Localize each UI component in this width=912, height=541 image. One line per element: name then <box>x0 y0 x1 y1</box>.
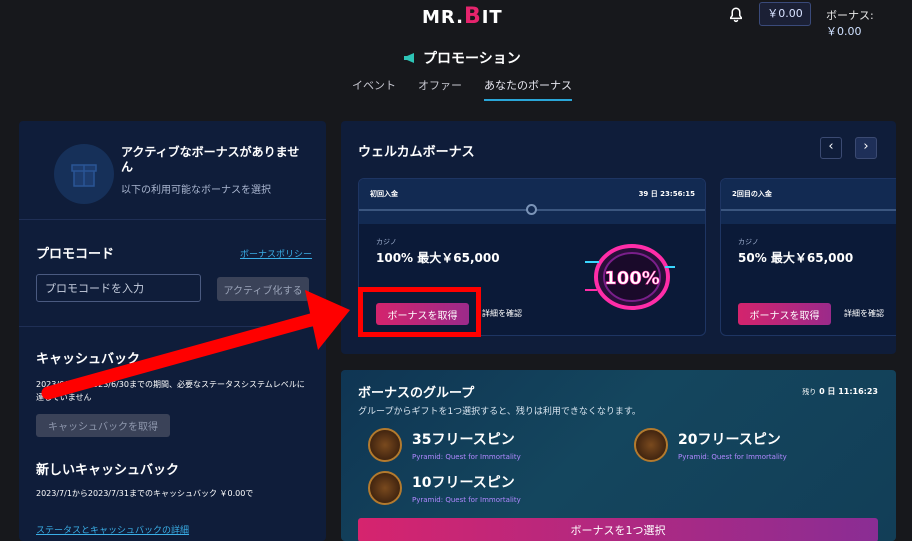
card-label: 2回目の入金 <box>732 190 772 198</box>
card-offer: 50% 最大￥65,000 <box>738 251 854 265</box>
no-active-bonus-title: アクティブなボーナスがありません <box>121 145 300 174</box>
cashback-text: 2023/6/1から2023/6/30までの期間、必要なステータスシステムレベル… <box>36 380 305 402</box>
chevron-left-icon[interactable]: ‹ <box>820 137 842 159</box>
logo-text-left: MR. <box>422 7 464 28</box>
cashback-title: キャッシュバック <box>36 352 141 367</box>
promo-code-title: プロモコード <box>36 247 115 262</box>
logo-text-right: IT <box>481 7 503 28</box>
remaining-time: 残り 0 日 11:16:23 <box>802 386 878 397</box>
percent-badge-graphic: 100% <box>585 244 675 310</box>
tab-offers[interactable]: オファー <box>418 77 462 101</box>
details-link[interactable]: 詳細を確認 <box>844 308 884 319</box>
bonus-balance-value: ￥0.00 <box>826 25 862 38</box>
new-cashback-text: 2023/7/1から2023/7/31までのキャッシュバック ￥0.00で <box>36 489 254 498</box>
free-spins-game: Pyramid: Quest for Immortality <box>678 453 787 461</box>
bonus-group-title: ボーナスのグループ <box>358 386 475 401</box>
divider <box>19 326 326 327</box>
tab-events[interactable]: イベント <box>352 77 396 101</box>
card-offer: 100% 最大￥65,000 <box>376 251 500 265</box>
claim-bonus-button[interactable]: ボーナスを取得 <box>738 303 831 325</box>
promotion-tabs: イベント オファー あなたのボーナス <box>352 77 572 101</box>
no-active-bonus-subtitle: 以下の利用可能なボーナスを選択 <box>121 185 271 196</box>
progress-line <box>721 209 896 211</box>
bonus-group-panel: ボーナスのグループ グループからギフトを1つ選択すると、残りは利用できなくなりま… <box>341 370 896 541</box>
bell-icon[interactable] <box>727 6 745 24</box>
pyramid-game-icon <box>634 428 668 462</box>
top-bar: MR.BIT ￥0.00 ボーナス: ￥0.00 <box>0 0 912 39</box>
free-spins-option[interactable]: 20フリースピン Pyramid: Quest for Immortality <box>634 428 787 462</box>
status-cashback-details-link[interactable]: ステータスとキャッシュバックの詳細 <box>36 523 189 536</box>
card-label: 初回入金 <box>370 190 398 198</box>
free-spins-game: Pyramid: Quest for Immortality <box>412 453 521 461</box>
free-spins-option[interactable]: 10フリースピン Pyramid: Quest for Immortality <box>368 471 521 505</box>
get-cashback-button[interactable]: キャッシュバックを取得 <box>36 414 170 437</box>
card-header <box>359 179 705 224</box>
gift-icon <box>54 144 114 204</box>
bonus-balance: ボーナス: ￥0.00 <box>826 7 912 39</box>
logo-b: B <box>463 4 482 29</box>
card-header <box>721 179 896 224</box>
remaining-value: 0 日 11:16:23 <box>819 387 878 396</box>
progress-dot <box>526 204 537 215</box>
card-category: カジノ <box>738 238 759 246</box>
free-spins-game: Pyramid: Quest for Immortality <box>412 496 521 504</box>
card-timer: 39 日 23:56:15 <box>638 190 695 198</box>
pyramid-game-icon <box>368 428 402 462</box>
page-title-text: プロモーション <box>423 51 521 67</box>
wallet-balance-button[interactable]: ￥0.00 <box>759 2 811 26</box>
tab-your-bonuses[interactable]: あなたのボーナス <box>484 77 572 101</box>
megaphone-icon <box>404 53 414 63</box>
remaining-label: 残り <box>802 388 817 396</box>
free-spins-option[interactable]: 35フリースピン Pyramid: Quest for Immortality <box>368 428 521 462</box>
card-category: カジノ <box>376 238 397 246</box>
annotation-highlight-box <box>358 287 481 337</box>
free-spins-title: 20フリースピン <box>678 432 781 448</box>
pyramid-game-icon <box>368 471 402 505</box>
free-spins-title: 10フリースピン <box>412 475 515 491</box>
bonus-group-subtitle: グループからギフトを1つ選択すると、残りは利用できなくなります。 <box>358 407 641 417</box>
bonus-policy-link[interactable]: ボーナスポリシー <box>240 247 312 260</box>
divider <box>19 219 326 220</box>
details-link[interactable]: 詳細を確認 <box>482 308 522 319</box>
promo-code-input[interactable] <box>36 274 201 302</box>
logo[interactable]: MR.BIT <box>422 4 503 29</box>
page-title: プロモーション <box>403 48 521 68</box>
select-one-bonus-button[interactable]: ボーナスを1つ選択 <box>358 518 878 541</box>
chevron-right-icon[interactable]: › <box>855 137 877 159</box>
bonus-card-second-deposit: 2回目の入金 カジノ 50% 最大￥65,000 ボーナスを取得 詳細を確認 <box>720 178 896 336</box>
percent-badge-text: 100% <box>604 268 660 289</box>
welcome-bonus-title: ウェルカムボーナス <box>358 145 475 160</box>
left-panel: アクティブなボーナスがありません 以下の利用可能なボーナスを選択 プロモコード … <box>19 121 326 541</box>
free-spins-title: 35フリースピン <box>412 432 515 448</box>
bonus-balance-label: ボーナス: <box>826 9 874 22</box>
new-cashback-title: 新しいキャッシュバック <box>36 463 180 478</box>
activate-button[interactable]: アクティブ化する <box>217 277 309 301</box>
